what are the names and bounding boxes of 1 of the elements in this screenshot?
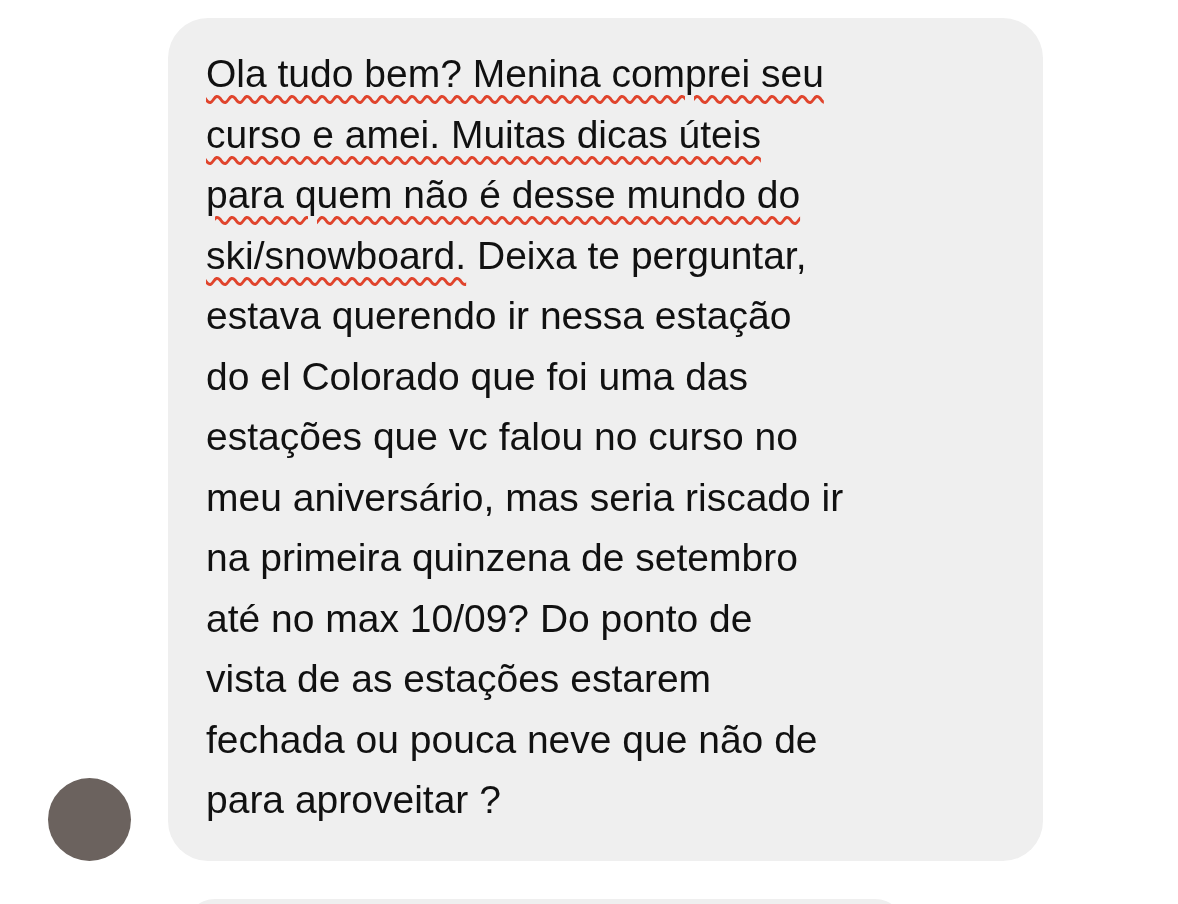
message-bubble: Ola tudo bem? Menina comprei seu curso e amei. Muitas dicas úteis para quem não é desse mundo do ski/snowboard. Deixa te perguntar, estava querendo ir nessa estação do el Colorado que foi uma das estações que vc falou no curso no meu aniversário, mas seria riscado ir na primeira quinzena de setembro até no max 10/09? Do ponto de vista de as estações estarem fechada ou pouca neve que não de para aproveitar ? — [168, 18, 1043, 861]
